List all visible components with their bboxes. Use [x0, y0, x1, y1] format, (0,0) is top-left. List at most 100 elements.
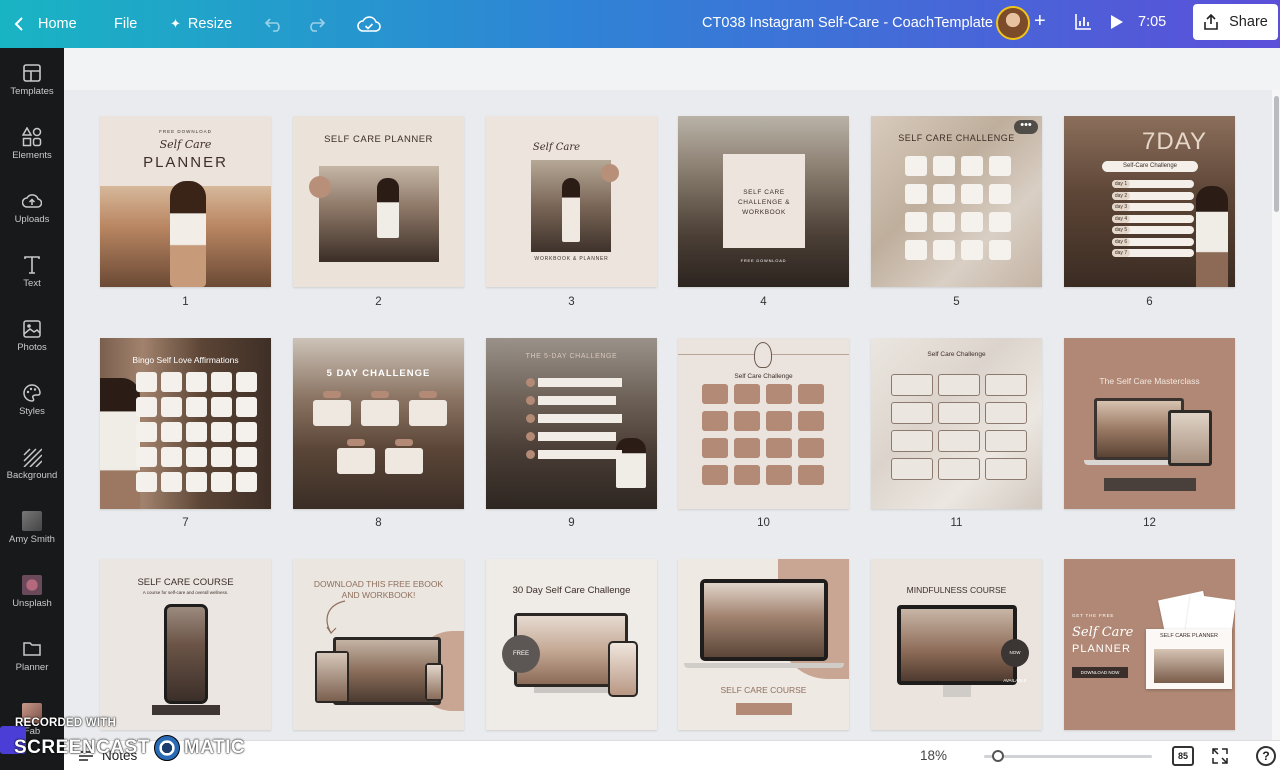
- sidebar-item-background[interactable]: Background: [0, 432, 64, 496]
- fullscreen-button[interactable]: [1212, 748, 1228, 769]
- thumbnail-tile: [766, 438, 792, 458]
- cloud-upload-icon: [22, 194, 42, 208]
- design-title[interactable]: CT038 Instagram Self-Care - CoachTemplat…: [702, 0, 993, 48]
- thumbnail-tile: [236, 447, 257, 467]
- more-options-button[interactable]: •••: [1014, 120, 1038, 134]
- grid-view-button[interactable]: 85: [1172, 746, 1194, 766]
- sidebar-item-label: Templates: [10, 86, 54, 97]
- thumbnail-tile: [236, 372, 257, 392]
- page-thumbnail-18[interactable]: GET THE FREE Self Care PLANNER DOWNLOAD …: [1064, 559, 1235, 730]
- page-thumbnail-5[interactable]: SELF CARE CHALLENGE •••: [871, 116, 1042, 287]
- sidebar-item-uploads[interactable]: Uploads: [0, 176, 64, 240]
- step-dot: [526, 378, 535, 387]
- help-button[interactable]: ?: [1256, 746, 1276, 766]
- resize-button[interactable]: ✦ Resize: [170, 0, 232, 48]
- thumbnail-tile: [186, 422, 207, 442]
- sidebar-item-amy-smith[interactable]: Amy Smith: [0, 496, 64, 560]
- page-thumbnail-12[interactable]: The Self Care Masterclass: [1064, 338, 1235, 509]
- share-button[interactable]: Share: [1193, 4, 1278, 40]
- page-thumbnail-10[interactable]: Self Care Challenge: [678, 338, 849, 509]
- page-number-11: 11: [950, 517, 963, 529]
- page-thumbnail-11[interactable]: Self Care Challenge: [871, 338, 1042, 509]
- zoom-slider-track[interactable]: [984, 755, 1152, 758]
- page-thumbnail-7[interactable]: Bingo Self Love Affirmations: [100, 338, 271, 509]
- save-status-button[interactable]: [357, 0, 381, 48]
- watermark-brand-left: SCREENCAST: [14, 737, 150, 758]
- present-button[interactable]: 7:05: [1110, 0, 1166, 44]
- page-number-3: 3: [568, 296, 575, 308]
- step-dot: [526, 432, 535, 441]
- thumbnail-tile: [766, 465, 792, 485]
- file-menu-button[interactable]: File: [114, 0, 137, 48]
- thumbnail-tile: [905, 212, 927, 232]
- sidebar-item-planner[interactable]: Planner: [0, 624, 64, 688]
- page-4-title: SELF CARE CHALLENGE & WORKBOOK: [737, 189, 791, 216]
- page-thumbnail-1[interactable]: FREE DOWNLOAD Self Care PLANNER: [100, 116, 271, 287]
- image-icon: [23, 320, 41, 338]
- add-collaborator-button[interactable]: +: [1034, 10, 1046, 33]
- page-thumbnail-13[interactable]: SELF CARE COURSE A course for self-care …: [100, 559, 271, 730]
- palette-icon: [23, 384, 41, 402]
- sidebar-item-elements[interactable]: Elements: [0, 112, 64, 176]
- present-time: 7:05: [1138, 14, 1167, 30]
- step-dot: [526, 396, 535, 405]
- thumbnail-tile: [186, 397, 207, 417]
- page-thumbnail-3[interactable]: Self Care WORKBOOK & PLANNER: [486, 116, 657, 287]
- undo-button[interactable]: [264, 0, 284, 48]
- page-thumbnail-9[interactable]: THE 5-DAY CHALLENGE: [486, 338, 657, 509]
- thumbnail-tile: [905, 156, 927, 176]
- thumbnail-tile: [136, 472, 157, 492]
- sidebar-item-templates[interactable]: Templates: [0, 48, 64, 112]
- thumbnail-tile: [734, 384, 760, 404]
- thumbnail-tile: [798, 384, 824, 404]
- watermark-dot-icon: [153, 735, 180, 761]
- sidebar-item-label: Styles: [19, 406, 45, 417]
- step-bar: [538, 432, 616, 441]
- sidebar-item-unsplash[interactable]: Unsplash: [0, 560, 64, 624]
- page-thumbnail-15[interactable]: 30 Day Self Care Challenge FREE: [486, 559, 657, 730]
- redo-icon: [310, 18, 326, 32]
- redo-button[interactable]: [306, 0, 326, 48]
- play-icon: [1111, 15, 1123, 29]
- thumbnail-tile: [702, 438, 728, 458]
- page-thumbnail-17[interactable]: MINDFULNESS COURSE NOW AVAILABLE: [871, 559, 1042, 730]
- page-11-title: Self Care Challenge: [927, 351, 986, 358]
- arrow-doodle-icon: [326, 600, 346, 634]
- sidebar-item-styles[interactable]: Styles: [0, 368, 64, 432]
- page-thumbnail-14[interactable]: DOWNLOAD THIS FREE EBOOK AND WORKBOOK!: [293, 559, 464, 730]
- page-thumbnail-4[interactable]: SELF CARE CHALLENGE & WORKBOOK FREE DOWN…: [678, 116, 849, 287]
- page-1-kicker: FREE DOWNLOAD: [159, 129, 212, 134]
- page-thumbnail-16[interactable]: SELF CARE COURSE: [678, 559, 849, 730]
- page-thumbnail-8[interactable]: 5 DAY CHALLENGE: [293, 338, 464, 509]
- home-label: Home: [38, 16, 77, 32]
- insights-button[interactable]: [1074, 13, 1092, 36]
- page-14-title: DOWNLOAD THIS FREE EBOOK: [313, 579, 444, 589]
- thumbnail-tile: [938, 374, 980, 396]
- scrollbar-thumb[interactable]: [1274, 96, 1279, 212]
- now-available-badge: NOW AVAILABLE: [1001, 639, 1029, 683]
- thumbnail-tile: [938, 402, 980, 424]
- page-thumbnail-2[interactable]: SELF CARE PLANNER: [293, 116, 464, 287]
- zoom-slider-handle[interactable]: [992, 750, 1004, 762]
- day-label: day 3: [1112, 203, 1130, 211]
- day-label: day 6: [1112, 237, 1130, 246]
- page-15-title: 30 Day Self Care Challenge: [512, 585, 631, 596]
- thumbnail-tile: [938, 430, 980, 452]
- sidebar-item-photos[interactable]: Photos: [0, 304, 64, 368]
- page-thumbnail-6[interactable]: 7DAY Self-Care Challenge day 1 day 2 day 3…: [1064, 116, 1235, 287]
- avatar[interactable]: [996, 6, 1030, 40]
- thumbnail-tile: [905, 240, 927, 260]
- page-8-title: 5 DAY CHALLENGE: [326, 368, 431, 379]
- sparkle-icon: ✦: [170, 16, 181, 31]
- step-bar: [538, 378, 622, 387]
- zoom-level[interactable]: 18%: [920, 748, 947, 763]
- home-button[interactable]: Home: [14, 0, 77, 48]
- thumbnail-tile: [961, 240, 983, 260]
- bottom-toolbar: Notes 18% 85 ?: [64, 740, 1280, 770]
- day-label: day 7: [1112, 249, 1130, 257]
- thumbnail-tile: [961, 212, 983, 232]
- page-9-title: THE 5-DAY CHALLENGE: [525, 353, 618, 360]
- watermark-recorded-label: RECORDED WITH: [15, 717, 116, 729]
- sidebar-item-text[interactable]: Text: [0, 240, 64, 304]
- thumbnail-tile: [985, 374, 1027, 396]
